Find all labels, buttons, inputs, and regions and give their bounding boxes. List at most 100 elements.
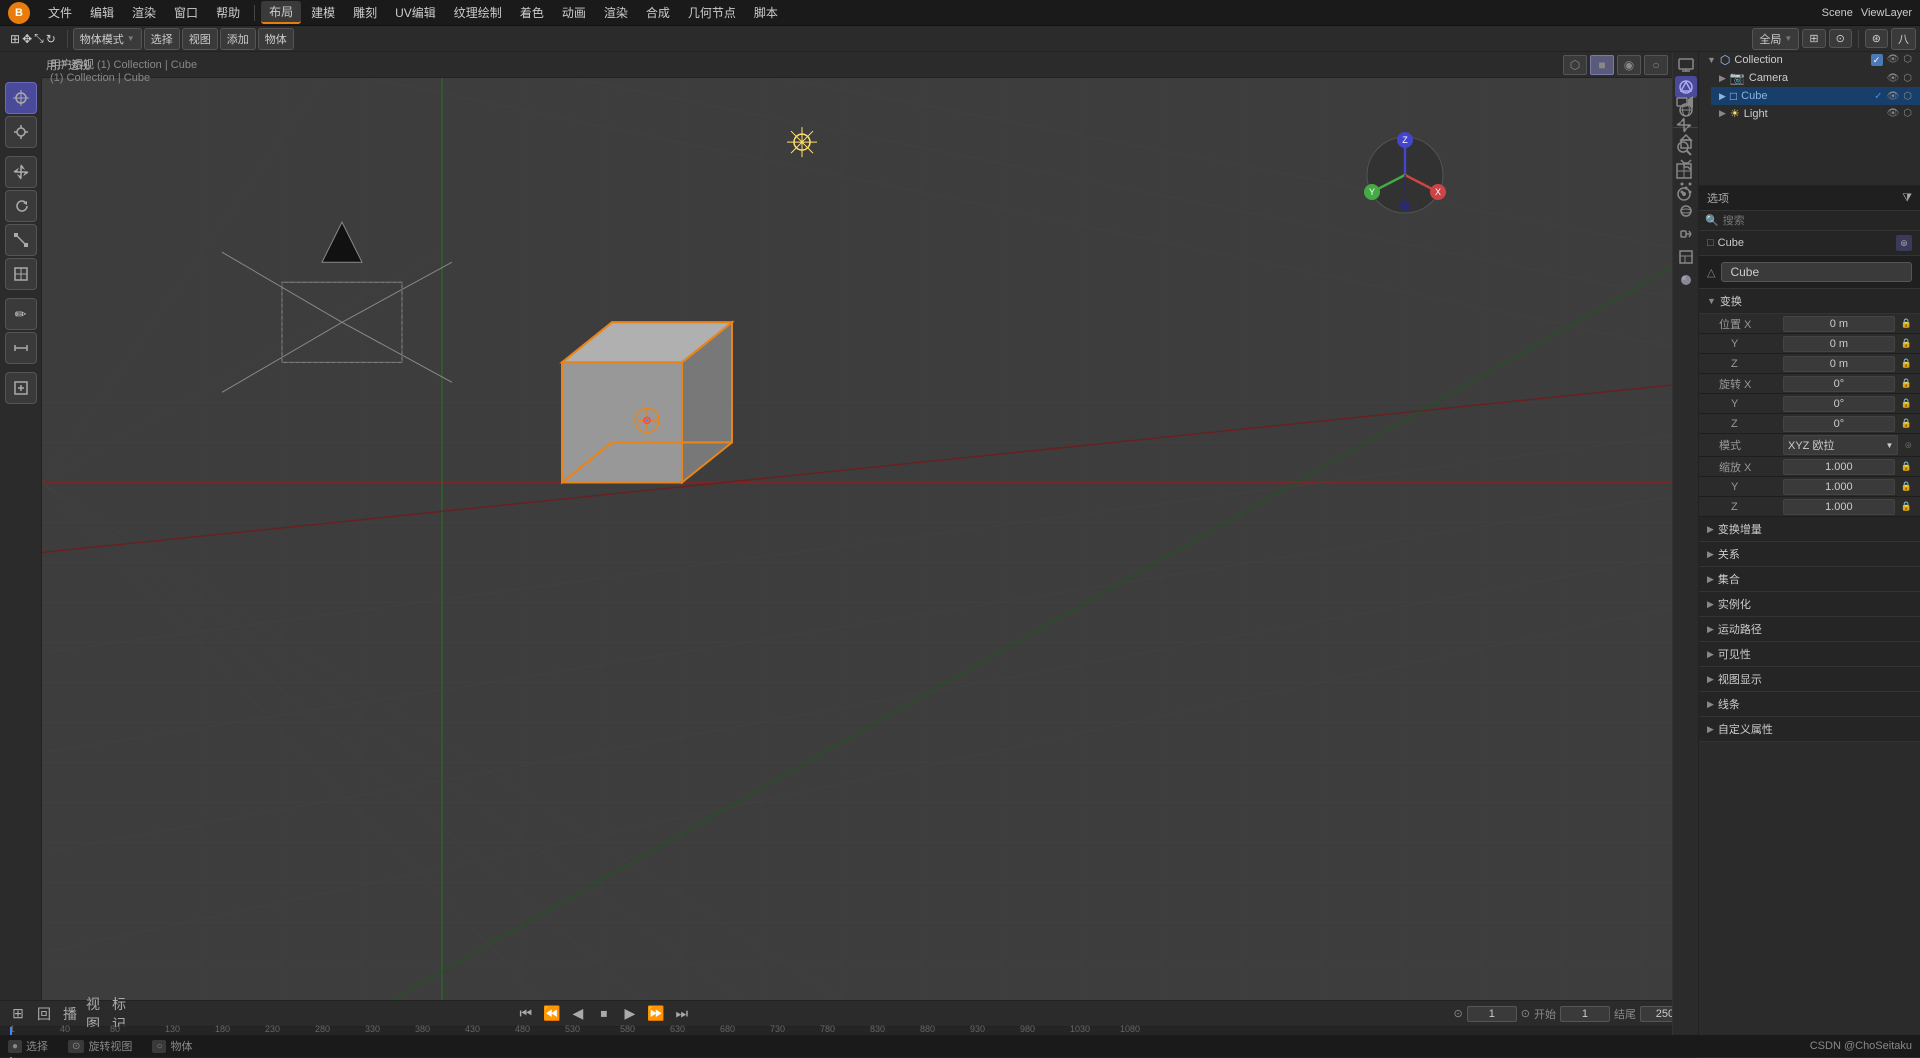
props-output-icon[interactable] [1675, 53, 1697, 75]
timeline-markers-btn[interactable]: 标记 [112, 1004, 132, 1024]
tab-shading[interactable]: 着色 [512, 2, 552, 23]
shading-material[interactable]: ◉ [1617, 55, 1641, 75]
tool-transform[interactable] [5, 258, 37, 290]
rot-x-lock[interactable]: 🔒 [1901, 378, 1912, 389]
menu-window[interactable]: 窗口 [166, 2, 206, 23]
relations-section[interactable]: ▶ 关系 [1699, 542, 1920, 567]
props-material-icon[interactable] [1675, 269, 1697, 291]
object-options-btn[interactable]: ⊛ [1896, 235, 1912, 251]
pos-z-value[interactable]: 0 m [1783, 356, 1895, 372]
view-grid-btn[interactable] [1674, 161, 1694, 181]
proportional-btn[interactable]: ⊙ [1829, 29, 1852, 48]
collection-visibility[interactable]: 👁 [1887, 54, 1900, 66]
menu-help[interactable]: 帮助 [208, 2, 248, 23]
viewlayer-selector[interactable]: ViewLayer [1861, 7, 1912, 19]
cube-visibility[interactable]: 👁 [1887, 91, 1900, 102]
tab-texture-paint[interactable]: 纹理绘制 [446, 2, 510, 23]
delta-transform-section[interactable]: ▶ 变换增量 [1699, 517, 1920, 542]
view-render-btn[interactable] [1674, 184, 1694, 204]
view-btn[interactable]: 视图 [182, 28, 218, 50]
tool-scale[interactable] [5, 224, 37, 256]
tool-measure[interactable] [5, 332, 37, 364]
tool-annotate[interactable]: ✏ [5, 298, 37, 330]
menu-render[interactable]: 渲染 [124, 2, 164, 23]
play-last-frame[interactable]: ⏭ [672, 1004, 692, 1024]
data-name-input[interactable] [1721, 262, 1912, 282]
play-prev-frame[interactable]: ⏪ [542, 1004, 562, 1024]
tool-rotate[interactable] [5, 190, 37, 222]
light-render[interactable]: ⬡ [1903, 108, 1912, 119]
scale-x-value[interactable]: 1.000 [1783, 459, 1895, 475]
gizmo-btn[interactable]: ⊛ [1865, 29, 1888, 48]
scene-selector[interactable]: Scene [1822, 7, 1853, 19]
shading-wireframe[interactable]: ⬡ [1563, 55, 1587, 75]
tool-cursor[interactable] [5, 116, 37, 148]
rot-mode-options[interactable]: ⊛ [1904, 440, 1912, 451]
shading-solid[interactable]: ■ [1590, 55, 1614, 75]
play-prev[interactable]: ◀ [568, 1004, 588, 1024]
view-pan-btn[interactable] [1674, 115, 1694, 135]
rot-z-value[interactable]: 0° [1783, 416, 1895, 432]
add-btn[interactable]: 添加 [220, 28, 256, 50]
collection-render-visibility[interactable]: ⬡ [1903, 54, 1912, 66]
transform-section-header[interactable]: ▼ 变换 [1699, 289, 1920, 314]
tab-layout[interactable]: 布局 [261, 1, 301, 24]
tab-compositing[interactable]: 合成 [638, 2, 678, 23]
tab-sculpting[interactable]: 雕刻 [345, 2, 385, 23]
motion-paths-section[interactable]: ▶ 运动路径 [1699, 617, 1920, 642]
rot-mode-dropdown[interactable]: XYZ 欧拉 ▼ [1783, 435, 1898, 455]
global-dropdown[interactable]: 全局 ▼ [1752, 28, 1799, 50]
props-data-icon[interactable] [1675, 246, 1697, 268]
view-zoom-btn[interactable] [1674, 138, 1694, 158]
tab-scripting[interactable]: 脚本 [746, 2, 786, 23]
shading-rendered[interactable]: ○ [1644, 55, 1668, 75]
rot-y-lock[interactable]: 🔒 [1901, 398, 1912, 409]
tool-select[interactable] [5, 82, 37, 114]
play-stop[interactable]: ⏹ [594, 1004, 614, 1024]
props-search-input[interactable] [1723, 215, 1914, 227]
start-frame-input[interactable] [1560, 1006, 1610, 1022]
pos-x-lock[interactable]: 🔒 [1901, 318, 1912, 329]
tab-animation[interactable]: 动画 [554, 2, 594, 23]
current-frame-input[interactable] [1467, 1006, 1517, 1022]
collections-section[interactable]: ▶ 集合 [1699, 567, 1920, 592]
tab-rendering[interactable]: 渲染 [596, 2, 636, 23]
pos-x-value[interactable]: 0 m [1783, 316, 1895, 332]
outliner-item-collection[interactable]: ▼ ⬡ Collection ✓ 👁 ⬡ [1699, 51, 1920, 69]
lines-section[interactable]: ▶ 线条 [1699, 692, 1920, 717]
props-constraints-icon[interactable] [1675, 223, 1697, 245]
light-visibility[interactable]: 👁 [1887, 108, 1900, 119]
timeline-view-btn[interactable]: 回 [34, 1004, 54, 1024]
pos-y-value[interactable]: 0 m [1783, 336, 1895, 352]
rot-z-lock[interactable]: 🔒 [1901, 418, 1912, 429]
snap-btn[interactable]: ⊞ [1802, 29, 1825, 48]
viewport-3d[interactable]: 用户透视 (1) Collection | Cube Z X Y [42, 52, 1698, 1000]
outliner-item-light[interactable]: ▶ ☀ Light 👁 ⬡ [1711, 105, 1920, 122]
timeline-mode-btn[interactable]: ⊞ [8, 1004, 28, 1024]
tab-modeling[interactable]: 建模 [303, 2, 343, 23]
camera-visibility[interactable]: 👁 [1887, 73, 1900, 84]
scale-y-lock[interactable]: 🔒 [1901, 481, 1912, 492]
menu-file[interactable]: 文件 [40, 2, 80, 23]
custom-props-section[interactable]: ▶ 自定义属性 [1699, 717, 1920, 742]
play-next-frame[interactable]: ⏩ [646, 1004, 666, 1024]
tab-uv-editing[interactable]: UV编辑 [387, 2, 444, 23]
tool-move[interactable] [5, 156, 37, 188]
object-btn[interactable]: 物体 [258, 28, 294, 50]
play-next[interactable]: ▶ [620, 1004, 640, 1024]
menu-edit[interactable]: 编辑 [82, 2, 122, 23]
camera-render[interactable]: ⬡ [1903, 73, 1912, 84]
rot-y-value[interactable]: 0° [1783, 396, 1895, 412]
view-camera-btn[interactable] [1674, 92, 1694, 112]
cube-checkmark[interactable]: ✓ [1874, 91, 1882, 102]
scale-y-value[interactable]: 1.000 [1783, 479, 1895, 495]
mode-dropdown[interactable]: 物体模式 ▼ [73, 28, 142, 50]
viewport-display-section[interactable]: ▶ 视图显示 [1699, 667, 1920, 692]
pos-z-lock[interactable]: 🔒 [1901, 358, 1912, 369]
cube-render[interactable]: ⬡ [1903, 91, 1912, 102]
timeline-view-menu[interactable]: 视图 [86, 1004, 106, 1024]
outliner-item-cube[interactable]: ▶ □ Cube ✓ 👁 ⬡ [1711, 87, 1920, 105]
outliner-item-camera[interactable]: ▶ 📷 Camera 👁 ⬡ [1711, 69, 1920, 87]
overlay-btn[interactable]: 八 [1891, 28, 1916, 50]
scale-z-lock[interactable]: 🔒 [1901, 501, 1912, 512]
